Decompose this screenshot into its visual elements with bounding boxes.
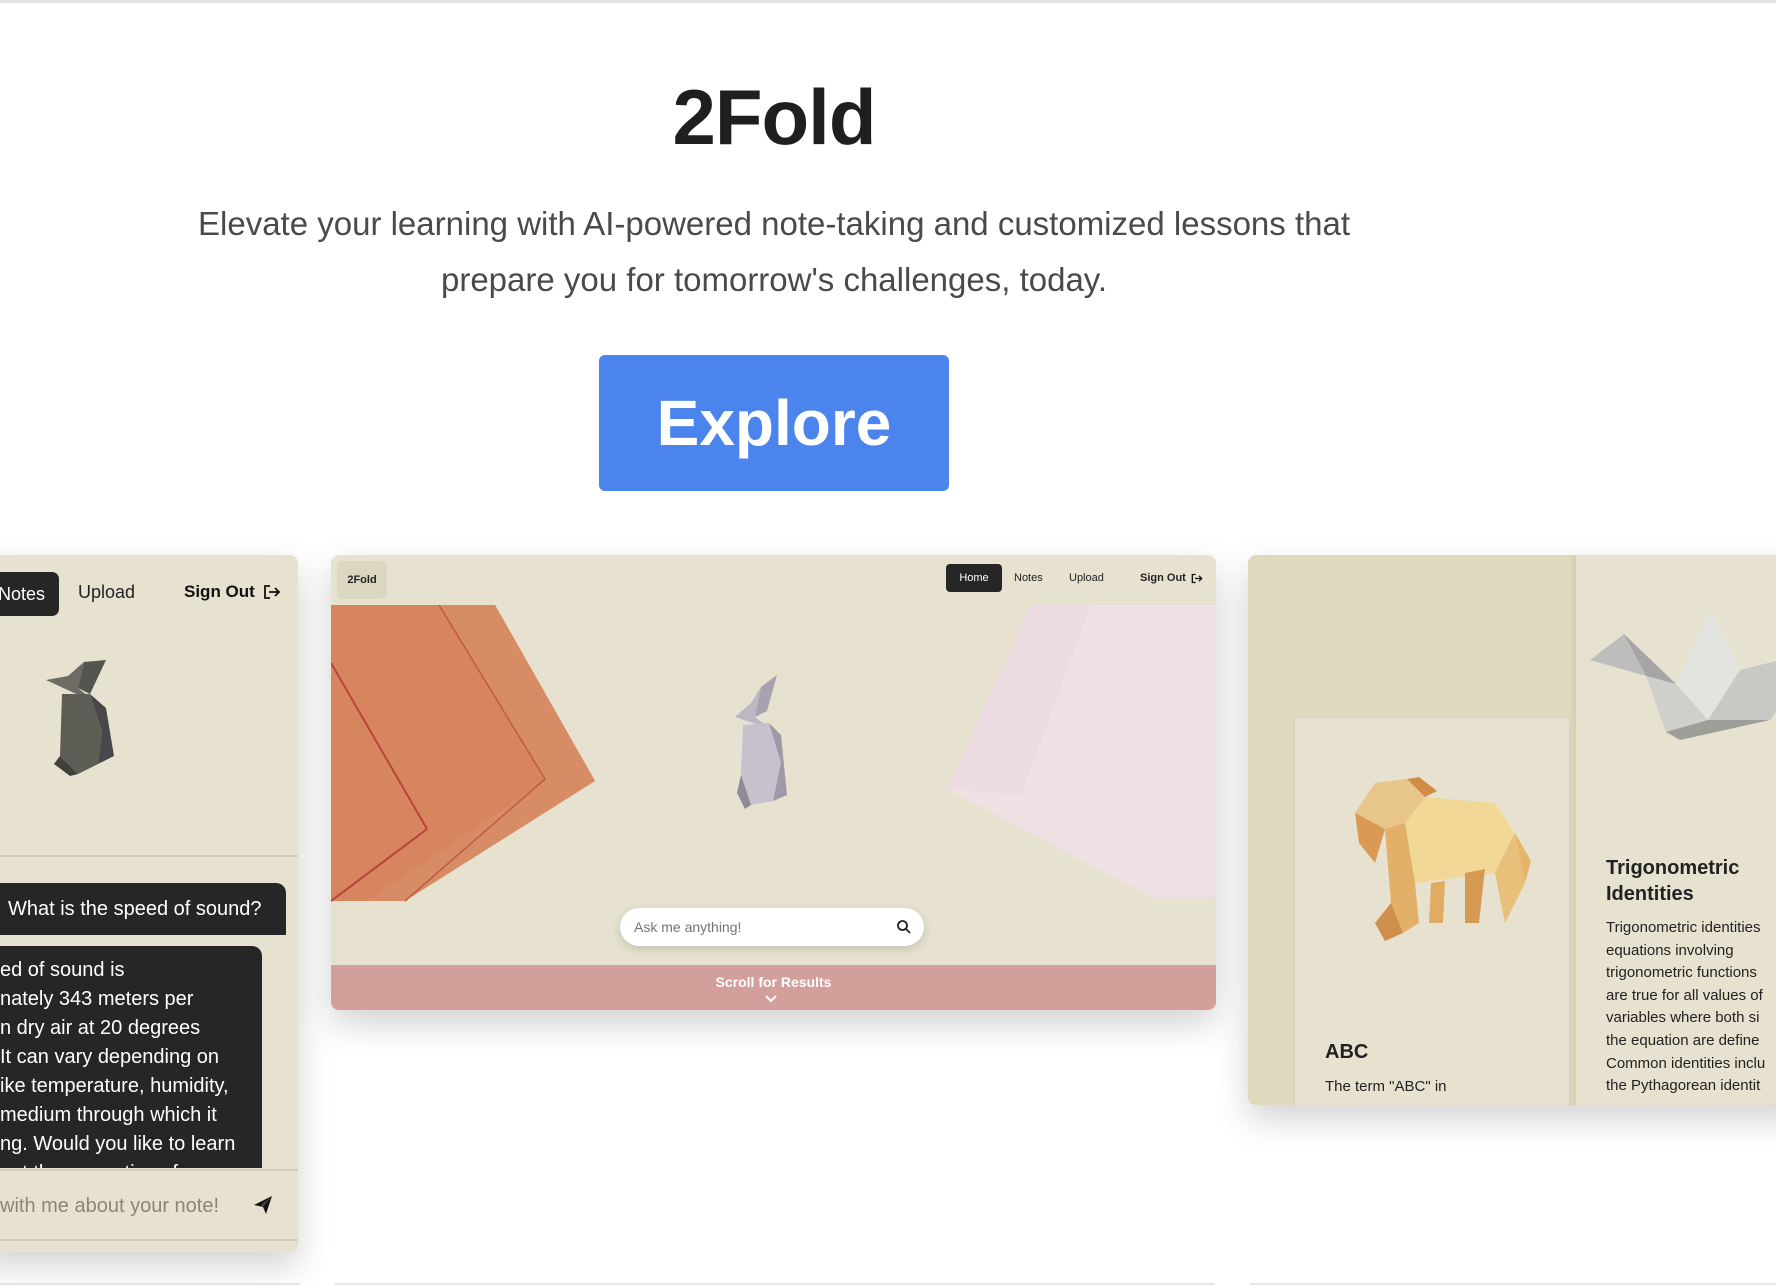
nav-upload-tab[interactable]: Upload — [1069, 572, 1104, 584]
chat-input-bar: with me about your note! — [0, 1169, 298, 1241]
chat-question-bubble: What is the speed of sound? — [0, 883, 286, 935]
lesson-text-trig: Trigonometric identities equations invol… — [1606, 919, 1766, 1095]
paper-plane-icon[interactable] — [252, 1194, 274, 1216]
sign-out-icon — [1191, 573, 1203, 583]
sign-out-link[interactable]: Sign Out — [1140, 572, 1203, 584]
sign-out-icon — [263, 585, 281, 599]
lesson-card-abc[interactable]: ABC The term "ABC" in — [1295, 718, 1569, 1105]
brand-logo[interactable]: 2Fold — [337, 561, 387, 599]
lessons-preview-card: ABC The term "ABC" in Trigonometric Iden… — [1248, 555, 1776, 1105]
page-title: 2Fold — [672, 73, 877, 161]
hero-subtitle-line-1: Elevate your learning with AI-powered no… — [198, 205, 1350, 242]
chat-input[interactable]: with me about your note! — [0, 1195, 219, 1218]
scroll-for-results-label: Scroll for Results — [715, 974, 832, 990]
top-divider — [0, 0, 1776, 3]
scroll-for-results-bar[interactable]: Scroll for Results — [331, 965, 1216, 1010]
search-input[interactable] — [634, 919, 874, 935]
sign-out-label: Sign Out — [184, 582, 255, 601]
origami-bunny-dark-icon — [46, 660, 114, 776]
bottom-divider-right — [1250, 1283, 1776, 1285]
origami-scene — [331, 605, 1216, 902]
home-preview-card: 2Fold Home Notes Upload Sign Out Scroll … — [331, 555, 1216, 1010]
lesson-title-trig: Trigonometric Identities — [1606, 857, 1740, 905]
sign-out-label: Sign Out — [1140, 572, 1186, 584]
origami-bunny-light-icon — [735, 675, 787, 809]
chat-answer-bubble: ed of sound is nately 343 meters per n d… — [0, 946, 262, 1168]
bottom-divider-mid — [335, 1283, 1215, 1285]
search-bar — [620, 908, 924, 946]
nav-home-tab[interactable]: Home — [946, 564, 1002, 592]
explore-button[interactable]: Explore — [599, 355, 949, 491]
lesson-card-trigonometric-identities[interactable]: Trigonometric Identities Trigonometric i… — [1576, 555, 1776, 1105]
chat-preview-card: Notes Upload Sign Out What is the speed … — [0, 555, 298, 1252]
hero-subtitle-line-2: prepare you for tomorrow's challenges, t… — [440, 261, 1108, 298]
bottom-divider-left — [0, 1283, 300, 1285]
lesson-title-abc: ABC — [1325, 1041, 1369, 1063]
hero-subtitle: Elevate your learning with AI-powered no… — [170, 196, 1378, 308]
chat-divider — [0, 855, 298, 857]
search-icon[interactable] — [896, 919, 912, 935]
chevron-down-icon — [765, 995, 777, 1003]
nav-notes-tab[interactable]: Notes — [0, 572, 59, 616]
lesson-text-abc: The term "ABC" in — [1325, 1078, 1447, 1095]
sign-out-link[interactable]: Sign Out — [184, 582, 281, 602]
origami-crane-icon — [1590, 610, 1776, 740]
origami-dog-icon — [1355, 777, 1531, 941]
nav-notes-tab[interactable]: Notes — [1014, 572, 1043, 584]
nav-upload-tab[interactable]: Upload — [78, 582, 135, 603]
